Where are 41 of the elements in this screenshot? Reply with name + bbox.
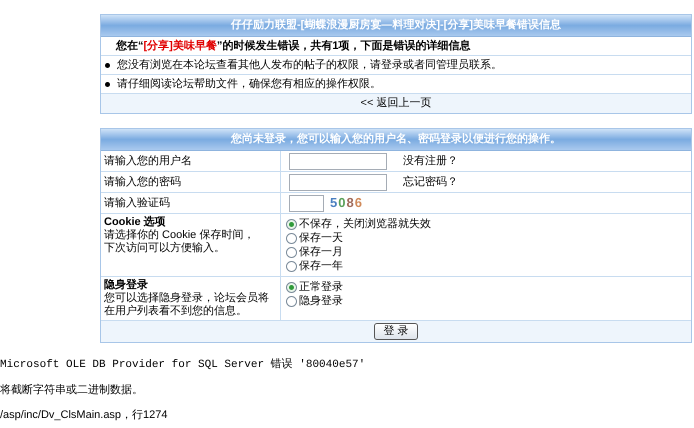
back-link[interactable]: << 返回上一页 xyxy=(360,95,432,112)
radio-label[interactable]: 保存一天 xyxy=(299,230,343,246)
radio-label[interactable]: 正常登录 xyxy=(299,278,343,296)
field-label: 请输入您的密码 xyxy=(104,174,181,190)
radio-button[interactable] xyxy=(286,218,297,230)
option-description: 请选择你的 Cookie 保存时间， xyxy=(104,229,256,242)
captcha-digit: 0 xyxy=(338,195,346,210)
error-output-line: Microsoft OLE DB Provider for SQL Server 错误 '80040e57' xyxy=(0,357,366,370)
panel-title: 仔仔励力联盟-[蝴蝶浪漫厨房宴—料理对决]-[分享]美味早餐错误信息 xyxy=(231,17,561,34)
error-message: 您没有浏览在本论坛查看其他人发布的帖子的权限，请登录或者同管理员联系。 xyxy=(117,58,502,73)
password-field[interactable] xyxy=(289,174,387,190)
error-message: 请仔细阅读论坛帮助文件，确保您有相应的操作权限。 xyxy=(117,76,381,92)
panel-title: 您尚未登录，您可以输入您的用户名、密码登录以便进行您的操作。 xyxy=(231,132,561,148)
radio-label[interactable]: 隐身登录 xyxy=(299,292,343,310)
bullet-icon xyxy=(105,62,110,68)
login-button[interactable]: 登 录 xyxy=(374,323,418,340)
captcha-field[interactable] xyxy=(289,194,324,212)
radio-button[interactable] xyxy=(286,246,297,258)
radio-button[interactable] xyxy=(286,260,297,272)
radio-label[interactable]: 不保存，关闭浏览器就失效 xyxy=(299,216,431,232)
radio-label[interactable]: 保存一月 xyxy=(299,244,343,260)
radio-label[interactable]: 保存一年 xyxy=(299,258,343,274)
captcha-digit: 6 xyxy=(354,195,363,210)
radio-button[interactable] xyxy=(286,282,297,292)
error-output-line: /asp/inc/Dv_ClsMain.asp，行1274 xyxy=(0,408,169,420)
error-output-line: 将截断字符串或二进制数据。 xyxy=(0,382,144,395)
option-title: Cookie 选项 xyxy=(104,216,167,229)
help-link[interactable]: 忘记密码？ xyxy=(403,174,458,190)
option-description: 您可以选择隐身登录，论坛会员将在用户列表看不到您的信息。 xyxy=(104,292,270,318)
captcha-digit: 5 xyxy=(330,195,338,210)
help-link[interactable]: 没有注册？ xyxy=(403,152,458,170)
bullet-icon xyxy=(105,82,110,86)
captcha-digit: 8 xyxy=(346,195,355,210)
error-summary: 您在“[分享]美味早餐”的时候发生错误，共有1项，下面是错误的详细信息 xyxy=(116,38,470,54)
field-label: 请输入您的用户名 xyxy=(104,154,192,169)
field-label: 请输入验证码 xyxy=(104,196,170,211)
option-description: 下次访问可以方便输入。 xyxy=(104,242,226,255)
option-title: 隐身登录 xyxy=(104,279,149,292)
radio-button[interactable] xyxy=(286,232,297,244)
username-field[interactable] xyxy=(289,152,387,170)
radio-button[interactable] xyxy=(286,296,297,306)
